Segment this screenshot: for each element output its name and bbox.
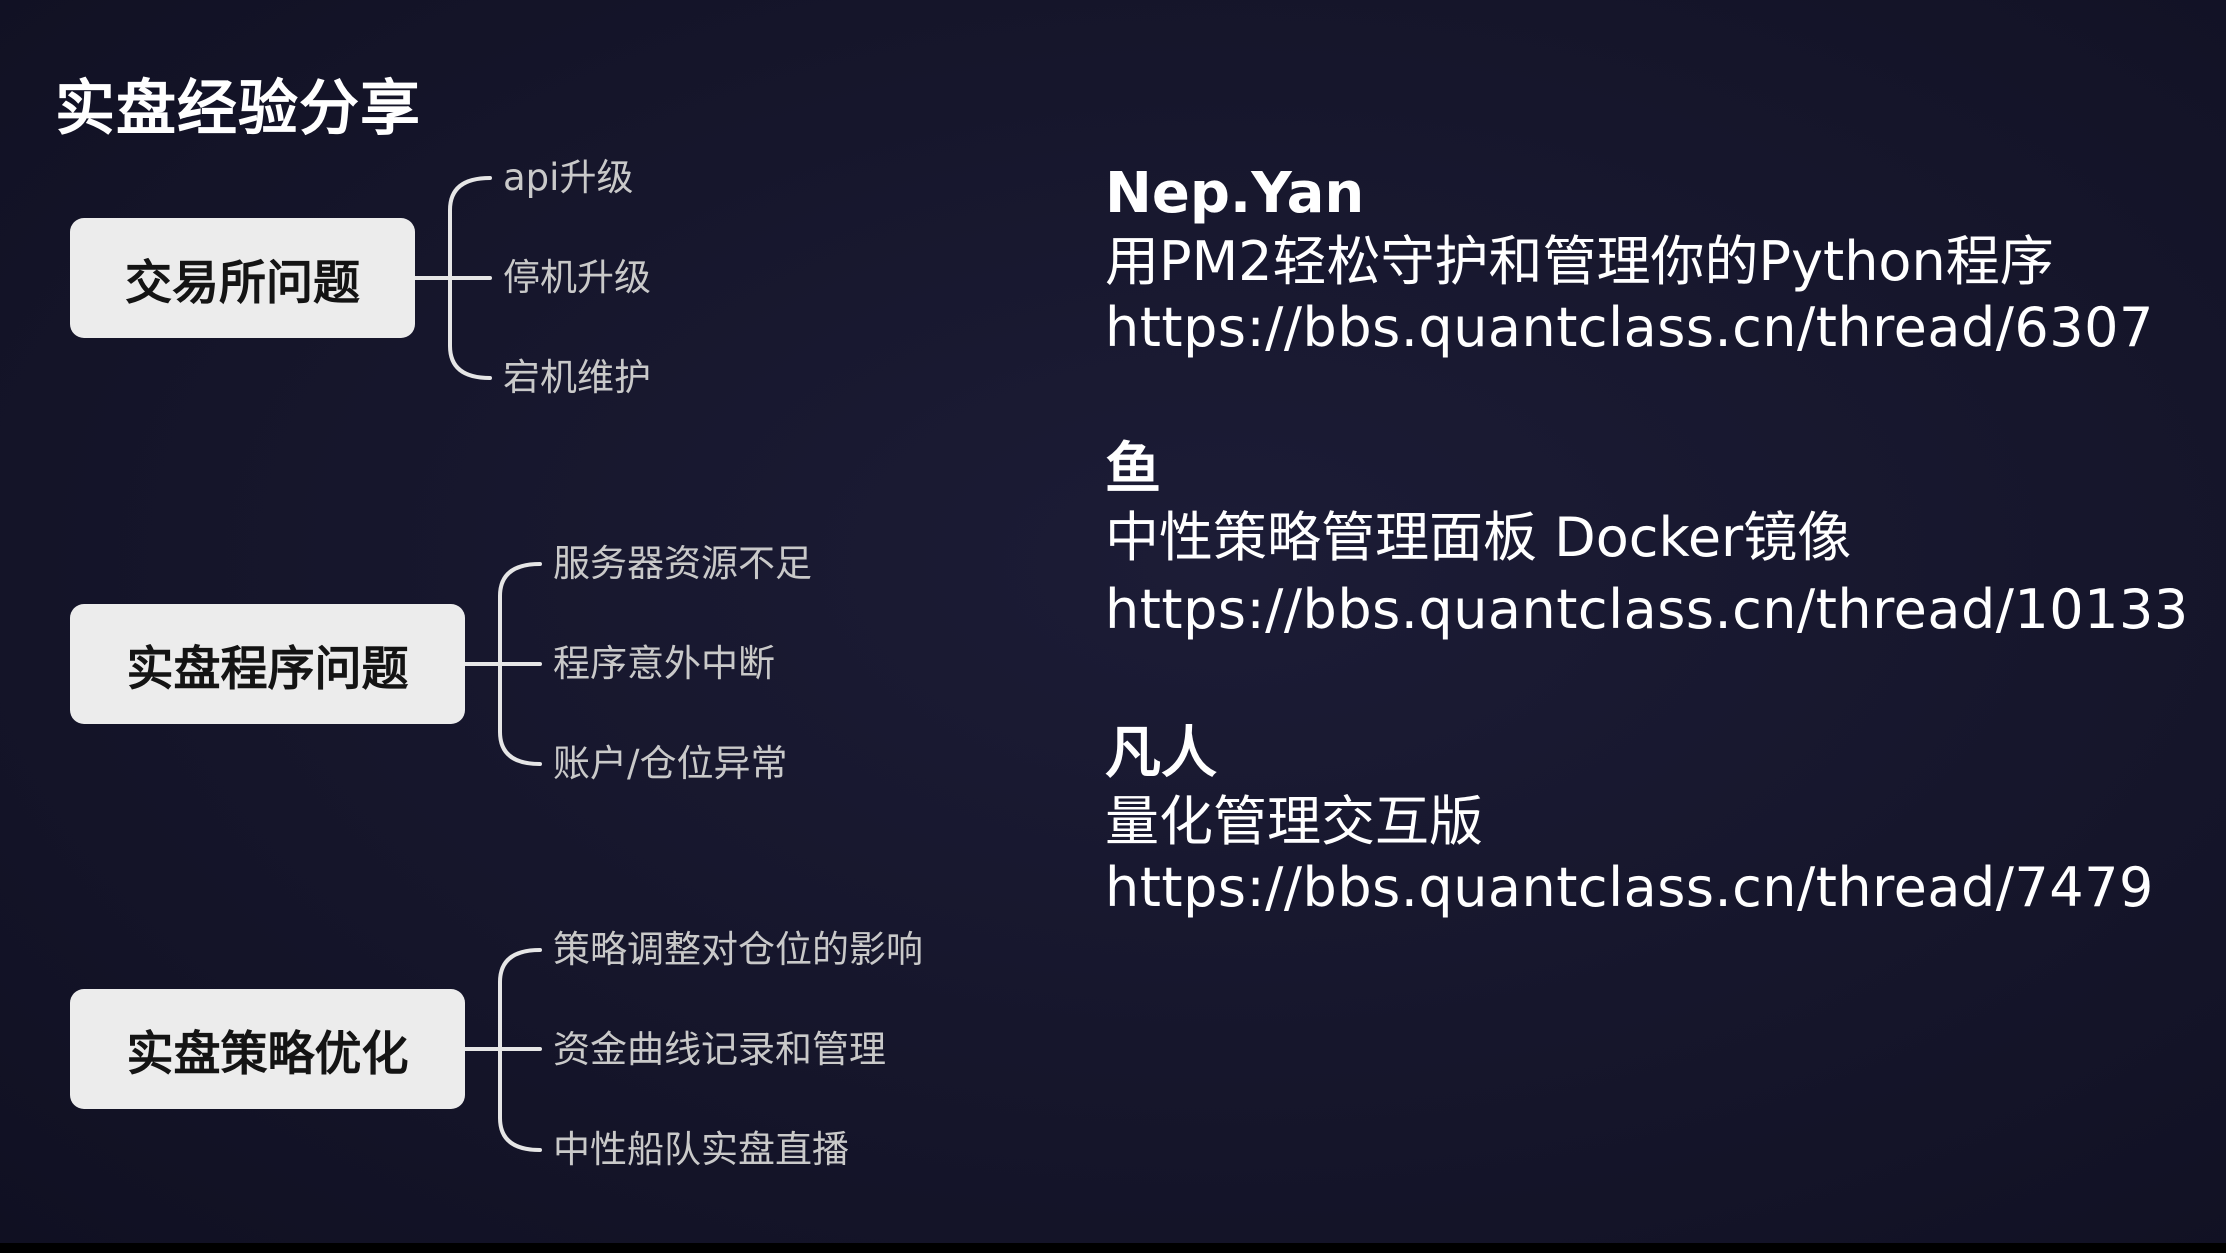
credit-author-2: 鱼 [1105, 437, 1161, 502]
mindmap-node-program-issues: 实盘程序问题 [70, 604, 465, 724]
credit-link-1[interactable]: https://bbs.quantclass.cn/thread/6307 [1105, 296, 2154, 360]
mindmap-node-exchange-issues: 交易所问题 [70, 218, 415, 338]
credit-title-3: 量化管理交互版 [1105, 790, 1483, 853]
mindmap-leaf-strategy-adjust: 策略调整对仓位的影响 [553, 928, 923, 971]
mindmap-leaf-maintenance-upgrade: 停机升级 [503, 256, 651, 299]
mindmap-leaf-live-fleet: 中性船队实盘直播 [553, 1128, 849, 1171]
mindmap-leaf-equity-curve: 资金曲线记录和管理 [553, 1028, 886, 1071]
mindmap-leaf-downtime: 宕机维护 [503, 356, 651, 399]
mindmap-leaf-api-upgrade: api升级 [503, 156, 634, 199]
credit-title-1: 用PM2轻松守护和管理你的Python程序 [1105, 230, 2054, 293]
mindmap-leaf-account-position: 账户/仓位异常 [553, 742, 788, 785]
bottom-bar [0, 1243, 2226, 1253]
credit-author-3: 凡人 [1105, 721, 1217, 786]
mindmap-leaf-server-resources: 服务器资源不足 [553, 542, 812, 585]
mindmap-leaf-program-interrupt: 程序意外中断 [553, 642, 775, 685]
credit-title-2: 中性策略管理面板 Docker镜像 [1105, 506, 1852, 569]
mindmap-node-strategy-optimization: 实盘策略优化 [70, 989, 465, 1109]
credit-link-3[interactable]: https://bbs.quantclass.cn/thread/7479 [1105, 856, 2154, 920]
credit-link-2[interactable]: https://bbs.quantclass.cn/thread/10133 [1105, 578, 2189, 642]
credit-author-1: Nep.Yan [1105, 161, 1365, 226]
